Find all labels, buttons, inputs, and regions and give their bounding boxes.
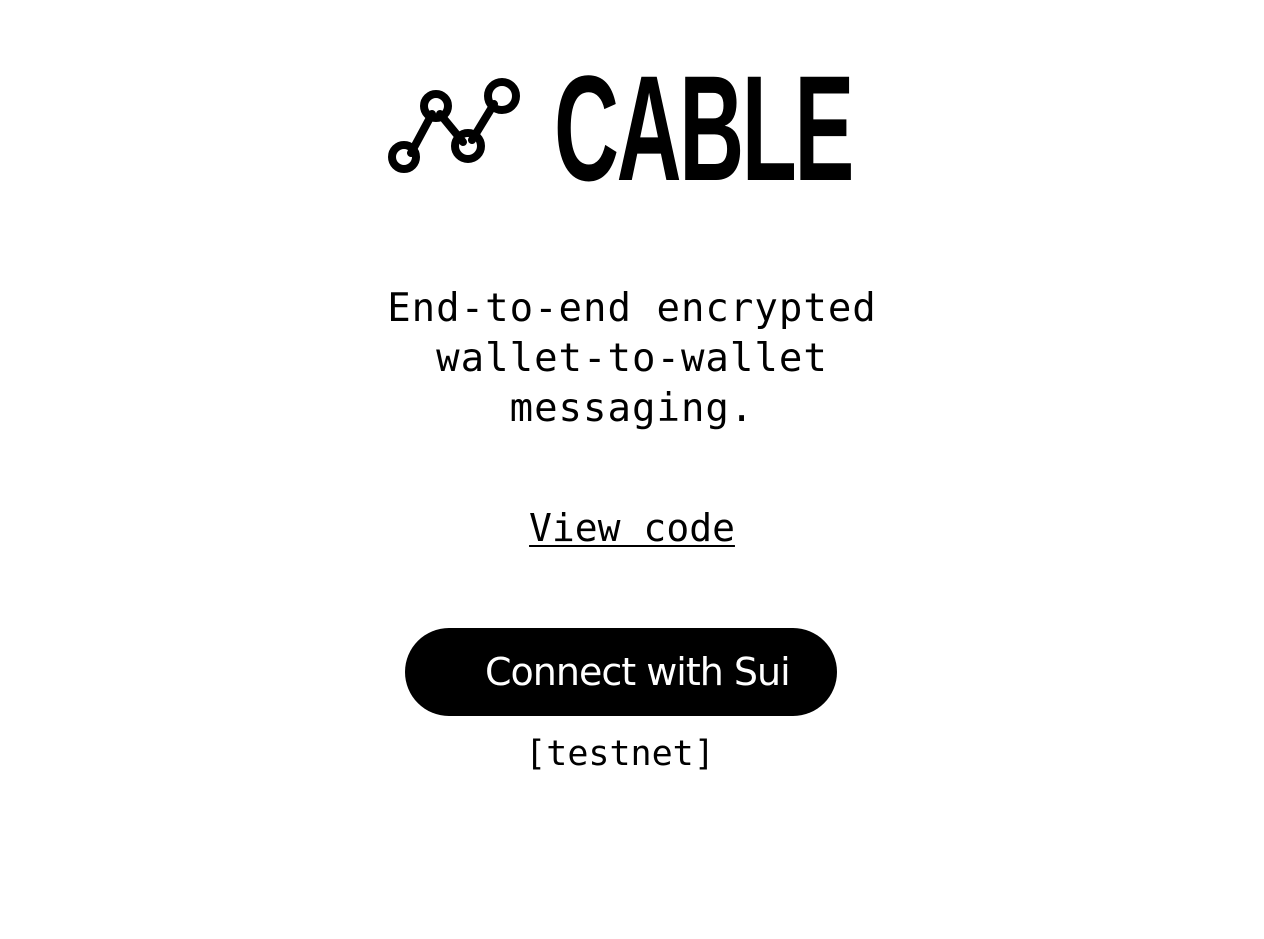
connect-with-sui-button[interactable]: Connect with Sui [405,628,837,716]
tagline-line: wallet-to-wallet [436,336,828,381]
connected-nodes-icon [388,78,520,173]
view-code-link[interactable]: View code [432,503,832,553]
tagline-line: messaging. [509,386,755,431]
logo: CABLE [386,53,866,203]
logo-wordmark: CABLE [554,44,854,212]
tagline: End-to-end encrypted wallet-to-wallet me… [332,284,932,434]
tagline-line: End-to-end encrypted [387,286,877,331]
network-label: [testnet] [525,734,715,774]
